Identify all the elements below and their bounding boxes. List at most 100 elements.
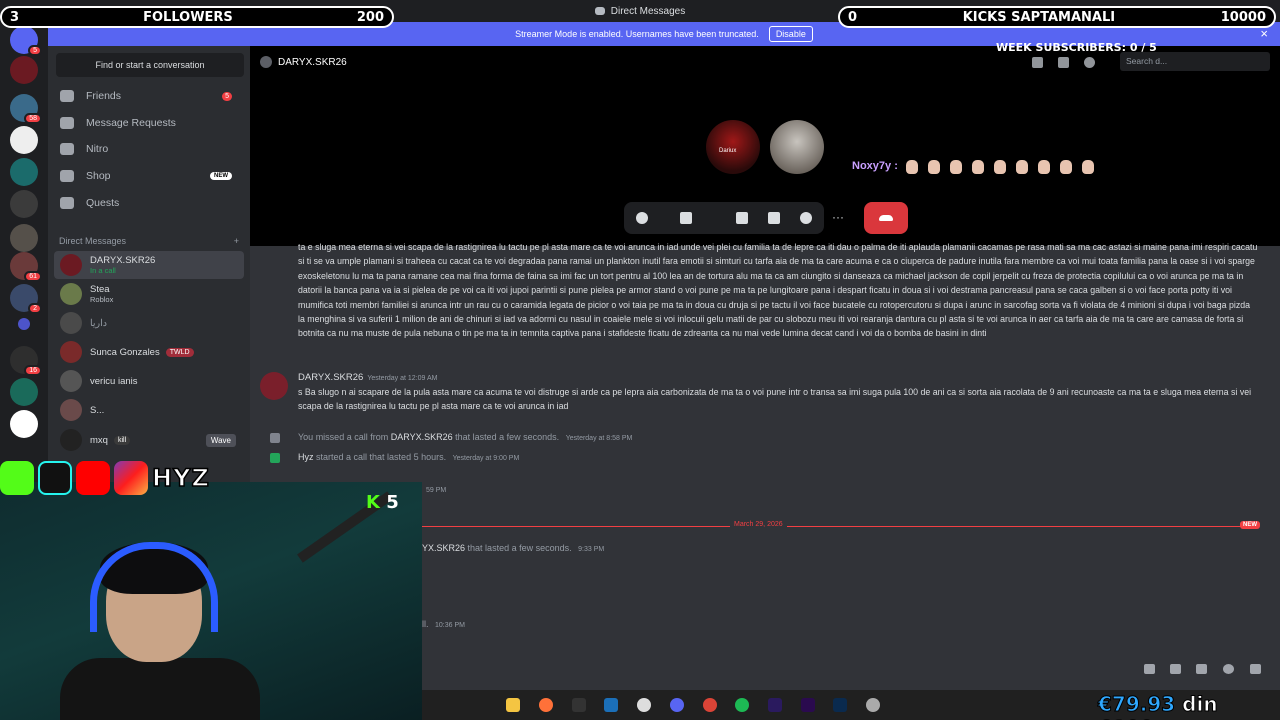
- apps-icon[interactable]: [1250, 664, 1261, 674]
- epic-games-icon[interactable]: [572, 698, 586, 712]
- after-effects-icon[interactable]: [768, 698, 782, 712]
- system-message: YX.SKR26 that lasted a few seconds. 9:33…: [422, 543, 604, 553]
- clap-emoji-icon: [972, 160, 984, 174]
- message-author[interactable]: DARYX.SKR26: [298, 372, 363, 383]
- message-timestamp: Yesterday at 8:58 PM: [565, 435, 633, 442]
- sticker-icon[interactable]: [1196, 664, 1207, 674]
- add-dm-icon[interactable]: +: [234, 236, 239, 246]
- nav-nitro[interactable]: Nitro: [54, 137, 244, 161]
- nav-shop[interactable]: Shop NEW: [54, 164, 244, 188]
- window-title: Direct Messages: [610, 5, 686, 17]
- clan-tag: kill: [113, 435, 131, 445]
- dm-item[interactable]: vericu ianis: [54, 367, 244, 395]
- call-controls: [624, 202, 824, 234]
- discord-icon[interactable]: [670, 698, 684, 712]
- clap-emoji-icon: [928, 160, 940, 174]
- message-timestamp: 9:33 PM: [578, 546, 605, 553]
- dm-item[interactable]: Sunca Gonzales TWLD: [54, 338, 244, 366]
- nav-friends[interactable]: Friends 5: [54, 84, 244, 108]
- app-icon[interactable]: [866, 698, 880, 712]
- spotify-icon[interactable]: [735, 698, 749, 712]
- pin-icon[interactable]: [1032, 57, 1043, 68]
- dm-item[interactable]: DARYX.SKR26 In a call: [54, 251, 244, 279]
- server-icon[interactable]: [10, 94, 42, 124]
- dm-name: DARYX.SKR26: [90, 255, 156, 266]
- dm-status: In a call: [90, 266, 116, 275]
- emoji-icon[interactable]: [1223, 664, 1234, 674]
- dm-name: mxq: [90, 434, 108, 446]
- kicks-current: 0: [848, 9, 858, 25]
- nav-message-requests[interactable]: Message Requests: [54, 111, 244, 135]
- photoshop-icon[interactable]: [833, 698, 847, 712]
- server-icon[interactable]: [10, 378, 38, 406]
- new-tag: NEW: [210, 172, 232, 180]
- hang-up-button[interactable]: [864, 202, 908, 234]
- message-content: s Ba slugo n ai scapare de la pula asta …: [298, 387, 1252, 412]
- clap-emoji-icon: [994, 160, 1006, 174]
- message-avatar[interactable]: [260, 372, 288, 400]
- profile-icon[interactable]: [1084, 57, 1095, 68]
- dm-item[interactable]: داريا: [54, 309, 244, 337]
- camera-off-icon[interactable]: [680, 212, 692, 224]
- server-icon[interactable]: [10, 158, 38, 186]
- activities-icon[interactable]: [768, 212, 780, 224]
- system-user[interactable]: Hyz: [298, 452, 314, 462]
- obs-icon[interactable]: [637, 698, 651, 712]
- donation-goal: €79.93 din €100: [1097, 692, 1280, 720]
- instagram-icon: [114, 461, 148, 495]
- screen-share-icon[interactable]: [736, 212, 748, 224]
- message-header: DARYX.SKR26 Yesterday at 12:09 AM: [298, 370, 1258, 386]
- find-conversation-button[interactable]: Find or start a conversation: [56, 53, 244, 77]
- clap-emoji-icon: [1038, 160, 1050, 174]
- kick-counter: K 5: [366, 492, 399, 513]
- file-explorer-icon[interactable]: [506, 698, 520, 712]
- shop-icon: [60, 170, 74, 182]
- add-friends-icon[interactable]: [1058, 57, 1069, 68]
- dm-name: داريا: [90, 317, 107, 329]
- call-participant-avatar[interactable]: Dariux: [706, 120, 760, 174]
- gift-icon[interactable]: [1144, 664, 1155, 674]
- gif-icon[interactable]: [1170, 664, 1181, 674]
- followers-label: FOLLOWERS: [143, 9, 233, 25]
- wave-button[interactable]: Wave: [205, 433, 236, 447]
- streamer-mode-text: Streamer Mode is enabled. Usernames have…: [515, 29, 759, 39]
- more-options-icon[interactable]: ···: [832, 210, 844, 224]
- steam-icon[interactable]: [604, 698, 618, 712]
- system-user[interactable]: YX.SKR26: [422, 543, 465, 553]
- folder-icon[interactable]: [18, 318, 30, 330]
- avatar: [60, 254, 82, 276]
- nav-quests[interactable]: Quests: [54, 191, 244, 215]
- premiere-icon[interactable]: [801, 698, 815, 712]
- close-banner-icon[interactable]: ×: [1260, 26, 1268, 41]
- server-icon[interactable]: [10, 410, 38, 438]
- search-input[interactable]: Search d...: [1120, 52, 1270, 71]
- call-participant-avatar[interactable]: [770, 120, 824, 174]
- kick-count: 5: [386, 492, 399, 513]
- youtube-icon: [76, 461, 110, 495]
- dm-item[interactable]: mxq kill Wave: [54, 426, 244, 454]
- server-icon[interactable]: [10, 284, 43, 314]
- disable-streamer-mode-button[interactable]: Disable: [768, 26, 813, 42]
- soundboard-icon[interactable]: [800, 212, 812, 224]
- message-content: ta e sluga mea eterna si vei scapa de la…: [298, 242, 1258, 339]
- firefox-icon[interactable]: [539, 698, 553, 712]
- nitro-icon: [60, 143, 74, 155]
- voice-call-area: Dariux Noxy7y : ···: [250, 78, 1280, 246]
- dm-sidebar: Find or start a conversation Friends 5 M…: [48, 46, 250, 482]
- system-user[interactable]: DARYX.SKR26: [391, 432, 453, 442]
- server-icon[interactable]: [10, 252, 42, 282]
- followers-goal: 200: [356, 9, 384, 25]
- home-dm-button[interactable]: [10, 26, 43, 56]
- server-icon[interactable]: [10, 190, 38, 218]
- microphone-icon[interactable]: [636, 212, 648, 224]
- dm-item[interactable]: Stea Roblox: [54, 280, 244, 308]
- dm-item[interactable]: S...: [54, 396, 244, 424]
- server-icon[interactable]: [10, 126, 38, 154]
- server-icon[interactable]: [10, 346, 42, 376]
- server-icon[interactable]: [10, 56, 38, 84]
- chrome-icon[interactable]: [703, 698, 717, 712]
- nav-label: Friends: [86, 90, 122, 102]
- followers-goal-bar: 3 FOLLOWERS 200: [0, 6, 394, 28]
- avatar: [60, 370, 82, 392]
- server-icon[interactable]: [10, 224, 38, 252]
